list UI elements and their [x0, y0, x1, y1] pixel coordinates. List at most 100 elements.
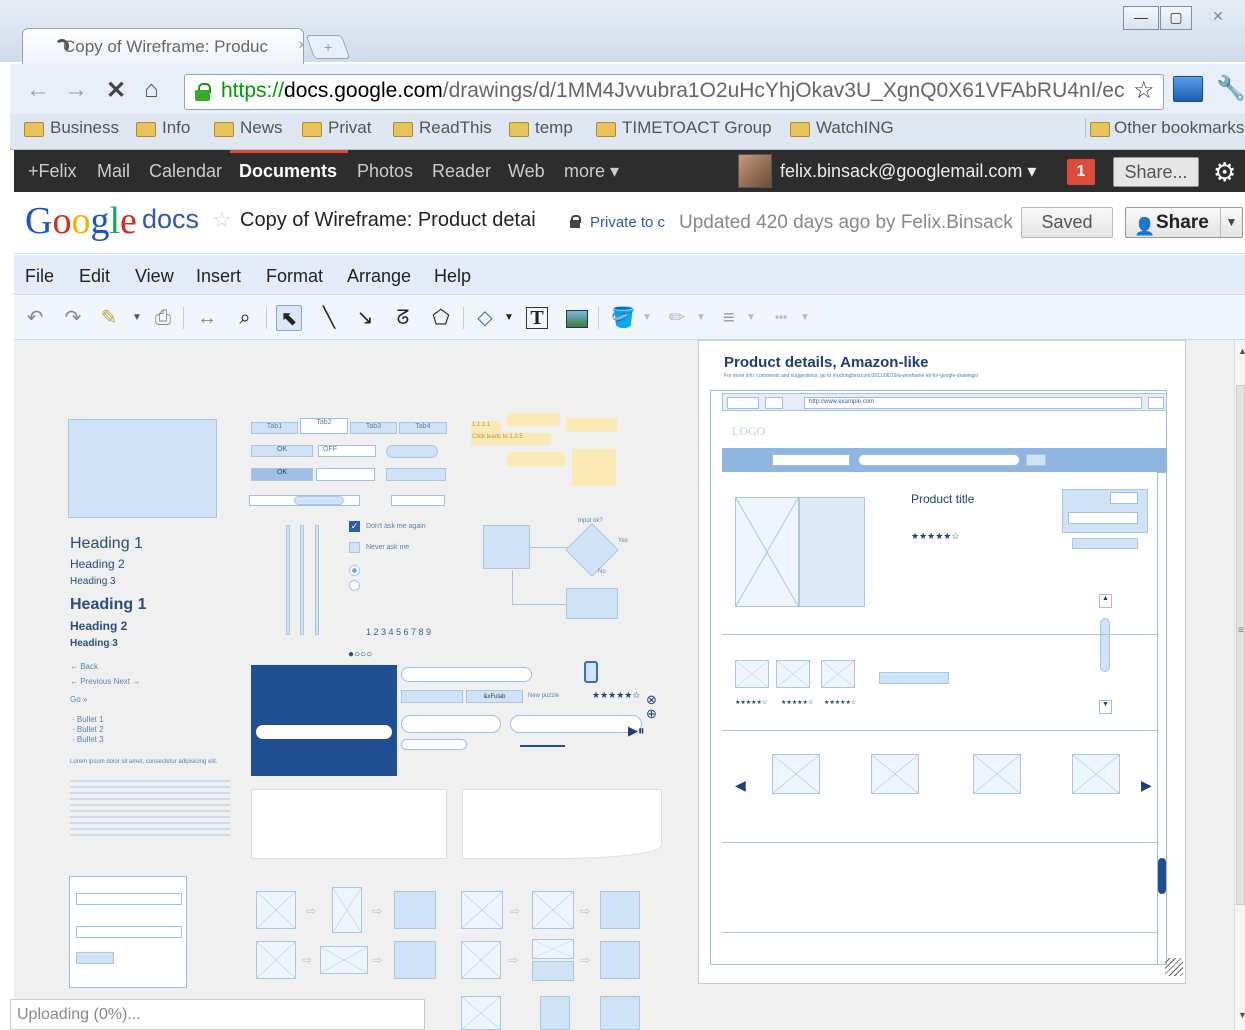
product-rating[interactable]: ★★★★★☆ — [911, 531, 959, 542]
image-icon[interactable] — [566, 310, 588, 328]
wire-scroll-down[interactable]: ▼ — [1099, 700, 1112, 714]
menu-insert[interactable]: Insert — [196, 266, 241, 287]
wire-nav-buttons[interactable] — [727, 397, 759, 409]
notification-badge[interactable]: 1 — [1067, 159, 1095, 185]
wire-carousel-item[interactable] — [772, 754, 820, 794]
gbar-documents[interactable]: Documents — [239, 161, 337, 182]
gbar-web[interactable]: Web — [508, 161, 545, 182]
stop-icon[interactable]: ✕ — [106, 76, 126, 105]
avatar[interactable] — [738, 154, 772, 188]
bookmark-news[interactable]: News — [214, 118, 283, 138]
bookmark-watching[interactable]: WatchING — [790, 118, 894, 138]
scroll-up-icon[interactable]: ▲ — [1238, 346, 1245, 356]
chevron-down-icon[interactable]: ▼ — [496, 305, 522, 331]
radio-unselected[interactable] — [349, 580, 360, 591]
toggle-switch[interactable] — [316, 468, 375, 481]
document-title[interactable]: Copy of Wireframe: Product detai — [240, 209, 552, 232]
bookmark-timetoact[interactable]: TIMETOACT Group — [596, 118, 772, 138]
menu-format[interactable]: Format — [266, 266, 323, 287]
off-toggle[interactable]: OFF — [318, 445, 376, 457]
home-icon[interactable]: ⌂ — [144, 76, 159, 104]
heading-3-bold[interactable]: Heading 3 — [70, 638, 118, 649]
line-color-icon[interactable]: ✏ — [664, 305, 690, 331]
heading-2-bold[interactable]: Heading 2 — [70, 619, 127, 633]
carousel-next-icon[interactable]: ▶ — [1141, 777, 1152, 794]
image-result[interactable] — [540, 996, 570, 1030]
bookmark-star-icon[interactable]: ☆ — [1133, 76, 1155, 105]
textbox-icon[interactable]: T — [526, 307, 548, 329]
google-logo[interactable]: Google — [25, 199, 137, 243]
form-field[interactable] — [76, 893, 182, 905]
bookmark-readthis[interactable]: ReadThis — [393, 118, 492, 138]
image-result[interactable] — [600, 996, 640, 1030]
forward-icon[interactable]: → — [64, 76, 88, 104]
wire-page-scroll-thumb[interactable] — [1158, 858, 1166, 894]
paper-shape[interactable] — [251, 789, 447, 859]
round-button[interactable] — [401, 690, 463, 703]
browser-tab[interactable]: Copy of Wireframe: Produc × — [22, 28, 304, 64]
wire-wishlist-button[interactable] — [1072, 538, 1138, 549]
pagination[interactable]: 1 2 3 4 5 6 7 8 9 — [366, 627, 431, 637]
spinner-buttons[interactable] — [386, 445, 438, 458]
privacy-link[interactable]: Private to c — [570, 214, 670, 231]
video-player-dark[interactable] — [251, 665, 397, 776]
menu-file[interactable]: File — [25, 266, 54, 287]
polyline-icon[interactable]: ⬠ — [428, 305, 454, 331]
tab-1[interactable]: Tab1 — [251, 422, 298, 434]
vertical-slider[interactable] — [315, 525, 319, 635]
wire-search-button[interactable] — [1026, 454, 1046, 466]
wire-url-field[interactable]: http://www.example.com — [804, 397, 1142, 409]
bookmark-business[interactable]: Business — [24, 118, 119, 138]
scroll-thumb-widget[interactable] — [294, 496, 344, 505]
bullet-item[interactable]: · Bullet 1 — [72, 715, 104, 724]
player-controls[interactable] — [256, 725, 392, 739]
image-result[interactable] — [394, 941, 436, 979]
sticky-note[interactable]: 1.1.1.1 — [471, 421, 501, 433]
image-placeholder[interactable] — [68, 419, 217, 518]
print-icon[interactable]: ⎙ — [150, 305, 176, 331]
label-button[interactable]: &xFulab — [466, 690, 523, 703]
wireframe-title[interactable]: Product details, Amazon-like — [724, 354, 929, 371]
wrench-icon[interactable]: 🔧 — [1216, 74, 1245, 103]
checkbox-checked[interactable]: ✓ — [349, 521, 360, 532]
extension-icon[interactable] — [1173, 76, 1203, 102]
heading-1-light[interactable]: Heading 1 — [70, 535, 143, 553]
curve-icon[interactable]: ᘔ — [390, 305, 416, 331]
heading-2-light[interactable]: Heading 2 — [70, 557, 125, 571]
ok-button[interactable]: OK — [251, 445, 313, 457]
wire-carousel-item[interactable] — [1072, 754, 1120, 794]
wire-carousel-item[interactable] — [871, 754, 919, 794]
image-result[interactable] — [394, 891, 436, 929]
gbar-mail[interactable]: Mail — [97, 161, 130, 182]
menu-edit[interactable]: Edit — [79, 266, 110, 287]
image-placeholder[interactable] — [461, 941, 501, 979]
fill-color-icon[interactable]: 🪣 — [610, 305, 636, 331]
share-button[interactable]: 👤 Share ▼ — [1125, 207, 1243, 238]
wire-scroll-up[interactable]: ▲ — [1099, 594, 1112, 608]
tab-4[interactable]: Tab4 — [399, 422, 447, 434]
gbar-more[interactable]: more ▾ — [564, 161, 619, 182]
sticky-note[interactable] — [507, 452, 565, 466]
maximize-button[interactable]: ▢ — [1160, 6, 1192, 30]
line-icon[interactable]: ╲ — [316, 305, 342, 331]
paper-curved-shape[interactable] — [462, 789, 662, 859]
docs-logo-text[interactable]: docs — [142, 204, 199, 235]
tab-close-icon[interactable]: × — [298, 37, 303, 55]
wireframe-subtitle[interactable]: For more info, comments and suggestions,… — [724, 373, 978, 379]
menu-arrange[interactable]: Arrange — [347, 266, 411, 287]
wire-thumb[interactable] — [821, 660, 855, 688]
horizontal-slider[interactable] — [520, 745, 565, 747]
wire-thumb-caption[interactable] — [879, 672, 949, 684]
flow-process-shape[interactable] — [483, 525, 530, 569]
wire-home-button[interactable] — [765, 397, 783, 409]
image-fold-bottom[interactable] — [532, 961, 574, 981]
star-icon[interactable]: ☆ — [212, 207, 232, 233]
image-split[interactable] — [532, 891, 574, 929]
gbar-share-button[interactable]: Share... — [1113, 157, 1199, 187]
fit-icon[interactable]: ↔ — [194, 305, 220, 331]
shape-icon[interactable]: ◇ — [472, 305, 498, 331]
wire-menu-button[interactable] — [1148, 397, 1164, 409]
paint-format-icon[interactable]: ✎ — [96, 305, 122, 331]
form-field[interactable] — [76, 926, 182, 938]
wire-thumb[interactable] — [776, 660, 810, 688]
